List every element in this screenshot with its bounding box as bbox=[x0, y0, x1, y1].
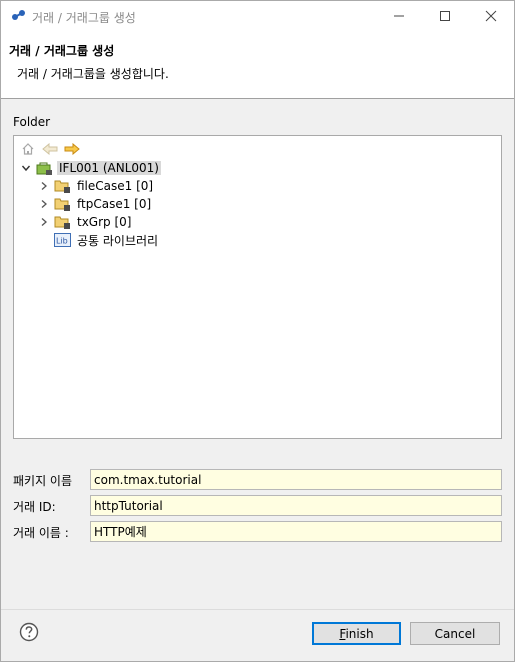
transaction-name-label: 거래 이름 : bbox=[13, 526, 69, 540]
window-title: 거래 / 거래그룹 생성 bbox=[32, 11, 136, 25]
tree-node-txgrp[interactable]: txGrp [0] bbox=[38, 213, 133, 231]
help-icon[interactable] bbox=[19, 622, 39, 642]
cancel-button[interactable]: Cancel bbox=[410, 622, 500, 645]
tree-node-label: fileCase1 [0] bbox=[77, 179, 154, 193]
close-icon bbox=[485, 10, 497, 22]
wizard-description: 거래 / 거래그룹을 생성합니다. bbox=[17, 67, 169, 81]
home-icon bbox=[22, 143, 34, 155]
home-button[interactable] bbox=[20, 141, 36, 157]
tree-node-root[interactable]: IFL001 (ANL001) bbox=[20, 159, 161, 177]
tree-toolbar bbox=[20, 140, 80, 158]
wizard-title: 거래 / 거래그룹 생성 bbox=[9, 44, 115, 58]
app-logo-icon bbox=[12, 10, 25, 20]
tree-node-common-library[interactable]: Lib 공통 라이브러리 bbox=[54, 231, 160, 249]
package-folder-icon bbox=[54, 214, 71, 230]
maximize-icon bbox=[440, 11, 450, 21]
chevron-right-icon[interactable] bbox=[38, 216, 50, 228]
finish-button-label: Finish bbox=[339, 626, 374, 641]
transaction-name-input[interactable] bbox=[90, 521, 502, 542]
tree-node-label: txGrp [0] bbox=[77, 215, 132, 229]
minimize-button[interactable] bbox=[376, 1, 422, 31]
folder-tree-panel[interactable]: IFL001 (ANL001) fileCase1 [0] ftpCase1 [… bbox=[13, 135, 502, 439]
title-bar: 거래 / 거래그룹 생성 bbox=[1, 1, 514, 31]
transaction-id-input[interactable] bbox=[90, 495, 502, 516]
svg-text:Lib: Lib bbox=[56, 237, 68, 246]
tree-node-label: ftpCase1 [0] bbox=[77, 197, 152, 211]
back-arrow-icon bbox=[42, 143, 58, 155]
project-icon bbox=[36, 160, 53, 176]
back-button[interactable] bbox=[42, 141, 58, 157]
package-name-label: 패키지 이름 bbox=[13, 474, 73, 488]
finish-button[interactable]: Finish bbox=[312, 622, 401, 645]
forward-arrow-icon bbox=[64, 143, 80, 155]
tree-node-filecase1[interactable]: fileCase1 [0] bbox=[38, 177, 155, 195]
footer-divider bbox=[1, 609, 514, 610]
chevron-down-icon[interactable] bbox=[20, 162, 32, 174]
dialog-window: 거래 / 거래그룹 생성 거래 / 거래그룹 생성 거래 / 거래그룹을 생성합… bbox=[0, 0, 515, 662]
cancel-button-label: Cancel bbox=[434, 626, 476, 641]
library-icon: Lib bbox=[54, 232, 71, 248]
maximize-button[interactable] bbox=[422, 1, 468, 31]
package-folder-icon bbox=[54, 196, 71, 212]
close-button[interactable] bbox=[468, 1, 514, 31]
chevron-right-icon[interactable] bbox=[38, 180, 50, 192]
transaction-id-label: 거래 ID: bbox=[13, 500, 56, 514]
wizard-header: 거래 / 거래그룹 생성 거래 / 거래그룹을 생성합니다. bbox=[1, 31, 514, 99]
package-name-input[interactable] bbox=[90, 469, 502, 490]
tree-node-label: IFL001 (ANL001) bbox=[57, 161, 161, 175]
tree-node-label: 공통 라이브러리 bbox=[77, 233, 159, 248]
minimize-icon bbox=[394, 15, 404, 17]
folder-label: Folder bbox=[13, 115, 51, 129]
tree-node-ftpcase1[interactable]: ftpCase1 [0] bbox=[38, 195, 153, 213]
package-folder-icon bbox=[54, 178, 71, 194]
forward-button[interactable] bbox=[64, 141, 80, 157]
chevron-right-icon[interactable] bbox=[38, 198, 50, 210]
